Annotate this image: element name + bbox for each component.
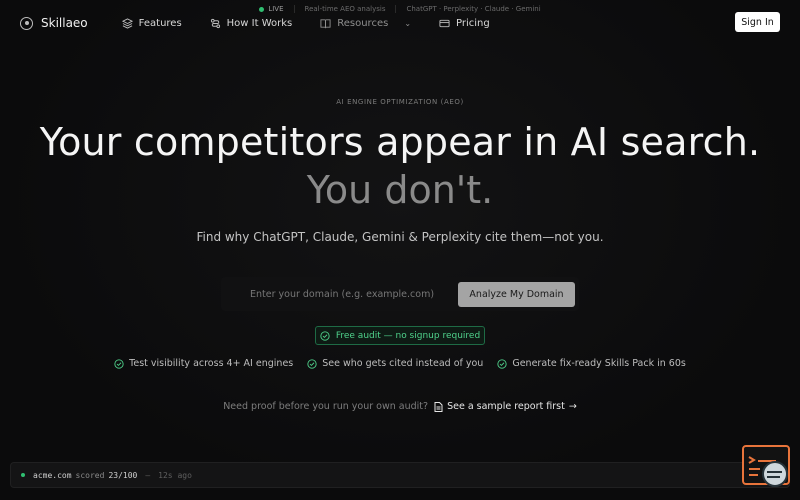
chevron-down-icon: ⌄	[404, 18, 412, 28]
hero-subhead: Find why ChatGPT, Claude, Gemini & Perpl…	[196, 230, 604, 244]
toast-time: 12s ago	[158, 470, 192, 480]
recent-score-toast: acme.com scored 23/100 — 12s ago	[10, 462, 790, 488]
nav-item-label: Features	[138, 17, 182, 29]
feature-label: Test visibility across 4+ AI engines	[129, 358, 294, 369]
brand-name: Skillaeo	[41, 16, 88, 30]
check-circle-icon	[114, 358, 124, 369]
analyze-domain-button[interactable]: Analyze My Domain	[458, 281, 575, 307]
nav-item-features[interactable]: Features	[121, 17, 182, 29]
brand-logo-link[interactable]: Skillaeo	[20, 16, 88, 30]
page: LIVE Real-time AEO analysis ChatGPT · Pe…	[0, 0, 800, 500]
check-circle-icon	[320, 330, 330, 341]
toast-dash: —	[145, 470, 151, 480]
card-icon	[439, 19, 450, 27]
toast-score: 23/100	[108, 470, 138, 480]
nav-item-resources[interactable]: Resources ⌄	[320, 18, 411, 29]
hero-headline-secondary: You don't.	[306, 168, 494, 212]
proof-question: Need proof before you run your own audit…	[223, 401, 429, 412]
nav-item-label: Resources	[337, 17, 389, 29]
hero-eyebrow: AI ENGINE OPTIMIZATION (AEO)	[336, 98, 464, 106]
feature-item: See who gets cited instead of you	[307, 358, 483, 369]
status-dot-icon	[21, 473, 25, 477]
chat-widget-icon[interactable]	[742, 445, 790, 489]
nav-item-how-it-works[interactable]: How It Works	[210, 17, 293, 29]
toast-domain: acme.com	[33, 470, 72, 480]
workflow-icon	[210, 18, 220, 28]
layers-icon	[121, 17, 133, 29]
sample-report-label: See a sample report first	[447, 401, 565, 412]
sign-in-button[interactable]: Sign In	[735, 12, 780, 32]
feature-label: See who gets cited instead of you	[322, 358, 484, 369]
nav-item-label: Pricing	[456, 17, 490, 29]
nav-items: Features How It Works Resources ⌄ Pricin…	[121, 17, 490, 29]
toast-scored: scored	[75, 470, 105, 480]
nav-item-label: How It Works	[226, 17, 293, 29]
feature-item: Generate fix-ready Skills Pack in 60s	[497, 358, 686, 369]
domain-input[interactable]	[221, 281, 458, 307]
check-circle-icon	[497, 358, 507, 369]
live-dot-icon	[259, 6, 265, 12]
document-icon	[434, 401, 443, 412]
arrow-right-icon: →	[568, 401, 577, 412]
feature-label: Generate fix-ready Skills Pack in 60s	[512, 358, 686, 369]
free-audit-label: Free audit — no signup required	[335, 330, 481, 341]
free-audit-badge: Free audit — no signup required	[315, 326, 485, 345]
proof-row: Need proof before you run your own audit…	[0, 401, 800, 412]
feature-list: Test visibility across 4+ AI engines See…	[0, 358, 800, 369]
brand-logo-icon	[20, 16, 33, 30]
feature-item: Test visibility across 4+ AI engines	[114, 358, 293, 369]
check-circle-icon	[307, 358, 317, 369]
top-nav: Skillaeo Features How It Works Resources	[0, 12, 800, 34]
hero-headline: Your competitors appear in AI search.	[39, 120, 761, 164]
domain-form: Analyze My Domain	[221, 277, 579, 311]
sample-report-link[interactable]: See a sample report first →	[434, 401, 577, 412]
book-icon	[320, 18, 331, 28]
nav-item-pricing[interactable]: Pricing	[439, 18, 490, 29]
